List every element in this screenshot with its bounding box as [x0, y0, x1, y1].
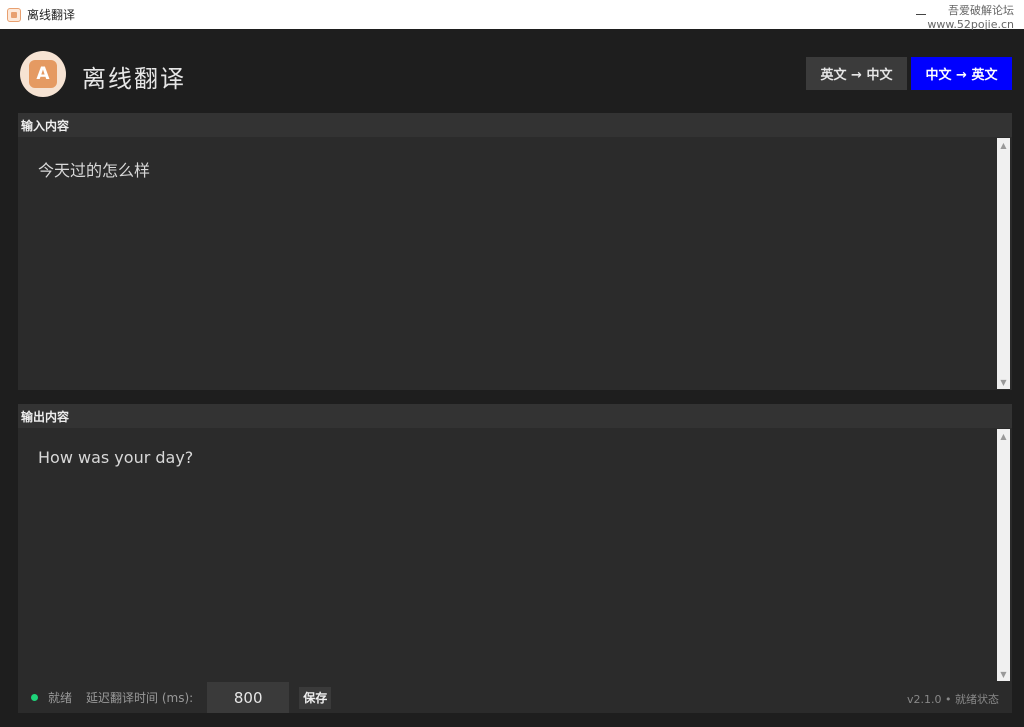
scroll-up-icon[interactable]: ▲ — [997, 429, 1010, 443]
scroll-down-icon[interactable]: ▼ — [997, 667, 1010, 681]
delay-input[interactable] — [207, 682, 290, 713]
app-logo: A — [20, 51, 66, 97]
scroll-down-icon[interactable]: ▼ — [997, 375, 1010, 389]
app-header: A 离线翻译 英文 → 中文 中文 → 英文 — [0, 29, 1024, 113]
output-text[interactable]: How was your day? — [38, 448, 193, 467]
minimize-icon — [916, 13, 926, 15]
status-text: 就绪 — [48, 691, 73, 705]
output-textarea[interactable]: How was your day? ▲ ▼ — [18, 428, 1012, 682]
input-scrollbar[interactable]: ▲ ▼ — [997, 138, 1010, 389]
watermark: 吾爱破解论坛 www.52pojie.cn — [927, 4, 1014, 32]
window-titlebar: 离线翻译 吾爱破解论坛 www.52pojie.cn — [0, 0, 1024, 32]
window-title: 离线翻译 — [27, 8, 76, 22]
input-text[interactable]: 今天过的怎么样 — [38, 157, 150, 181]
zh-to-en-button[interactable]: 中文 → 英文 — [911, 57, 1012, 90]
en-to-zh-button[interactable]: 英文 → 中文 — [806, 57, 907, 90]
version-text: v2.1.0 • 就绪状态 — [907, 693, 999, 706]
app-icon — [7, 7, 21, 22]
delay-label: 延迟翻译时间 (ms): — [86, 691, 194, 705]
app-title: 离线翻译 — [82, 65, 186, 93]
output-label: 输出内容 — [18, 404, 1012, 428]
watermark-line1: 吾爱破解论坛 — [948, 4, 1014, 17]
status-dot-icon — [31, 694, 38, 701]
status-bar: 就绪 延迟翻译时间 (ms): 保存 v2.1.0 • 就绪状态 — [18, 682, 1012, 713]
output-scrollbar[interactable]: ▲ ▼ — [997, 429, 1010, 681]
input-textarea[interactable]: 今天过的怎么样 ▲ ▼ — [18, 137, 1012, 390]
save-button[interactable]: 保存 — [299, 686, 332, 709]
input-label: 输入内容 — [18, 113, 1012, 137]
logo-letter: A — [29, 60, 57, 88]
scroll-up-icon[interactable]: ▲ — [997, 138, 1010, 152]
